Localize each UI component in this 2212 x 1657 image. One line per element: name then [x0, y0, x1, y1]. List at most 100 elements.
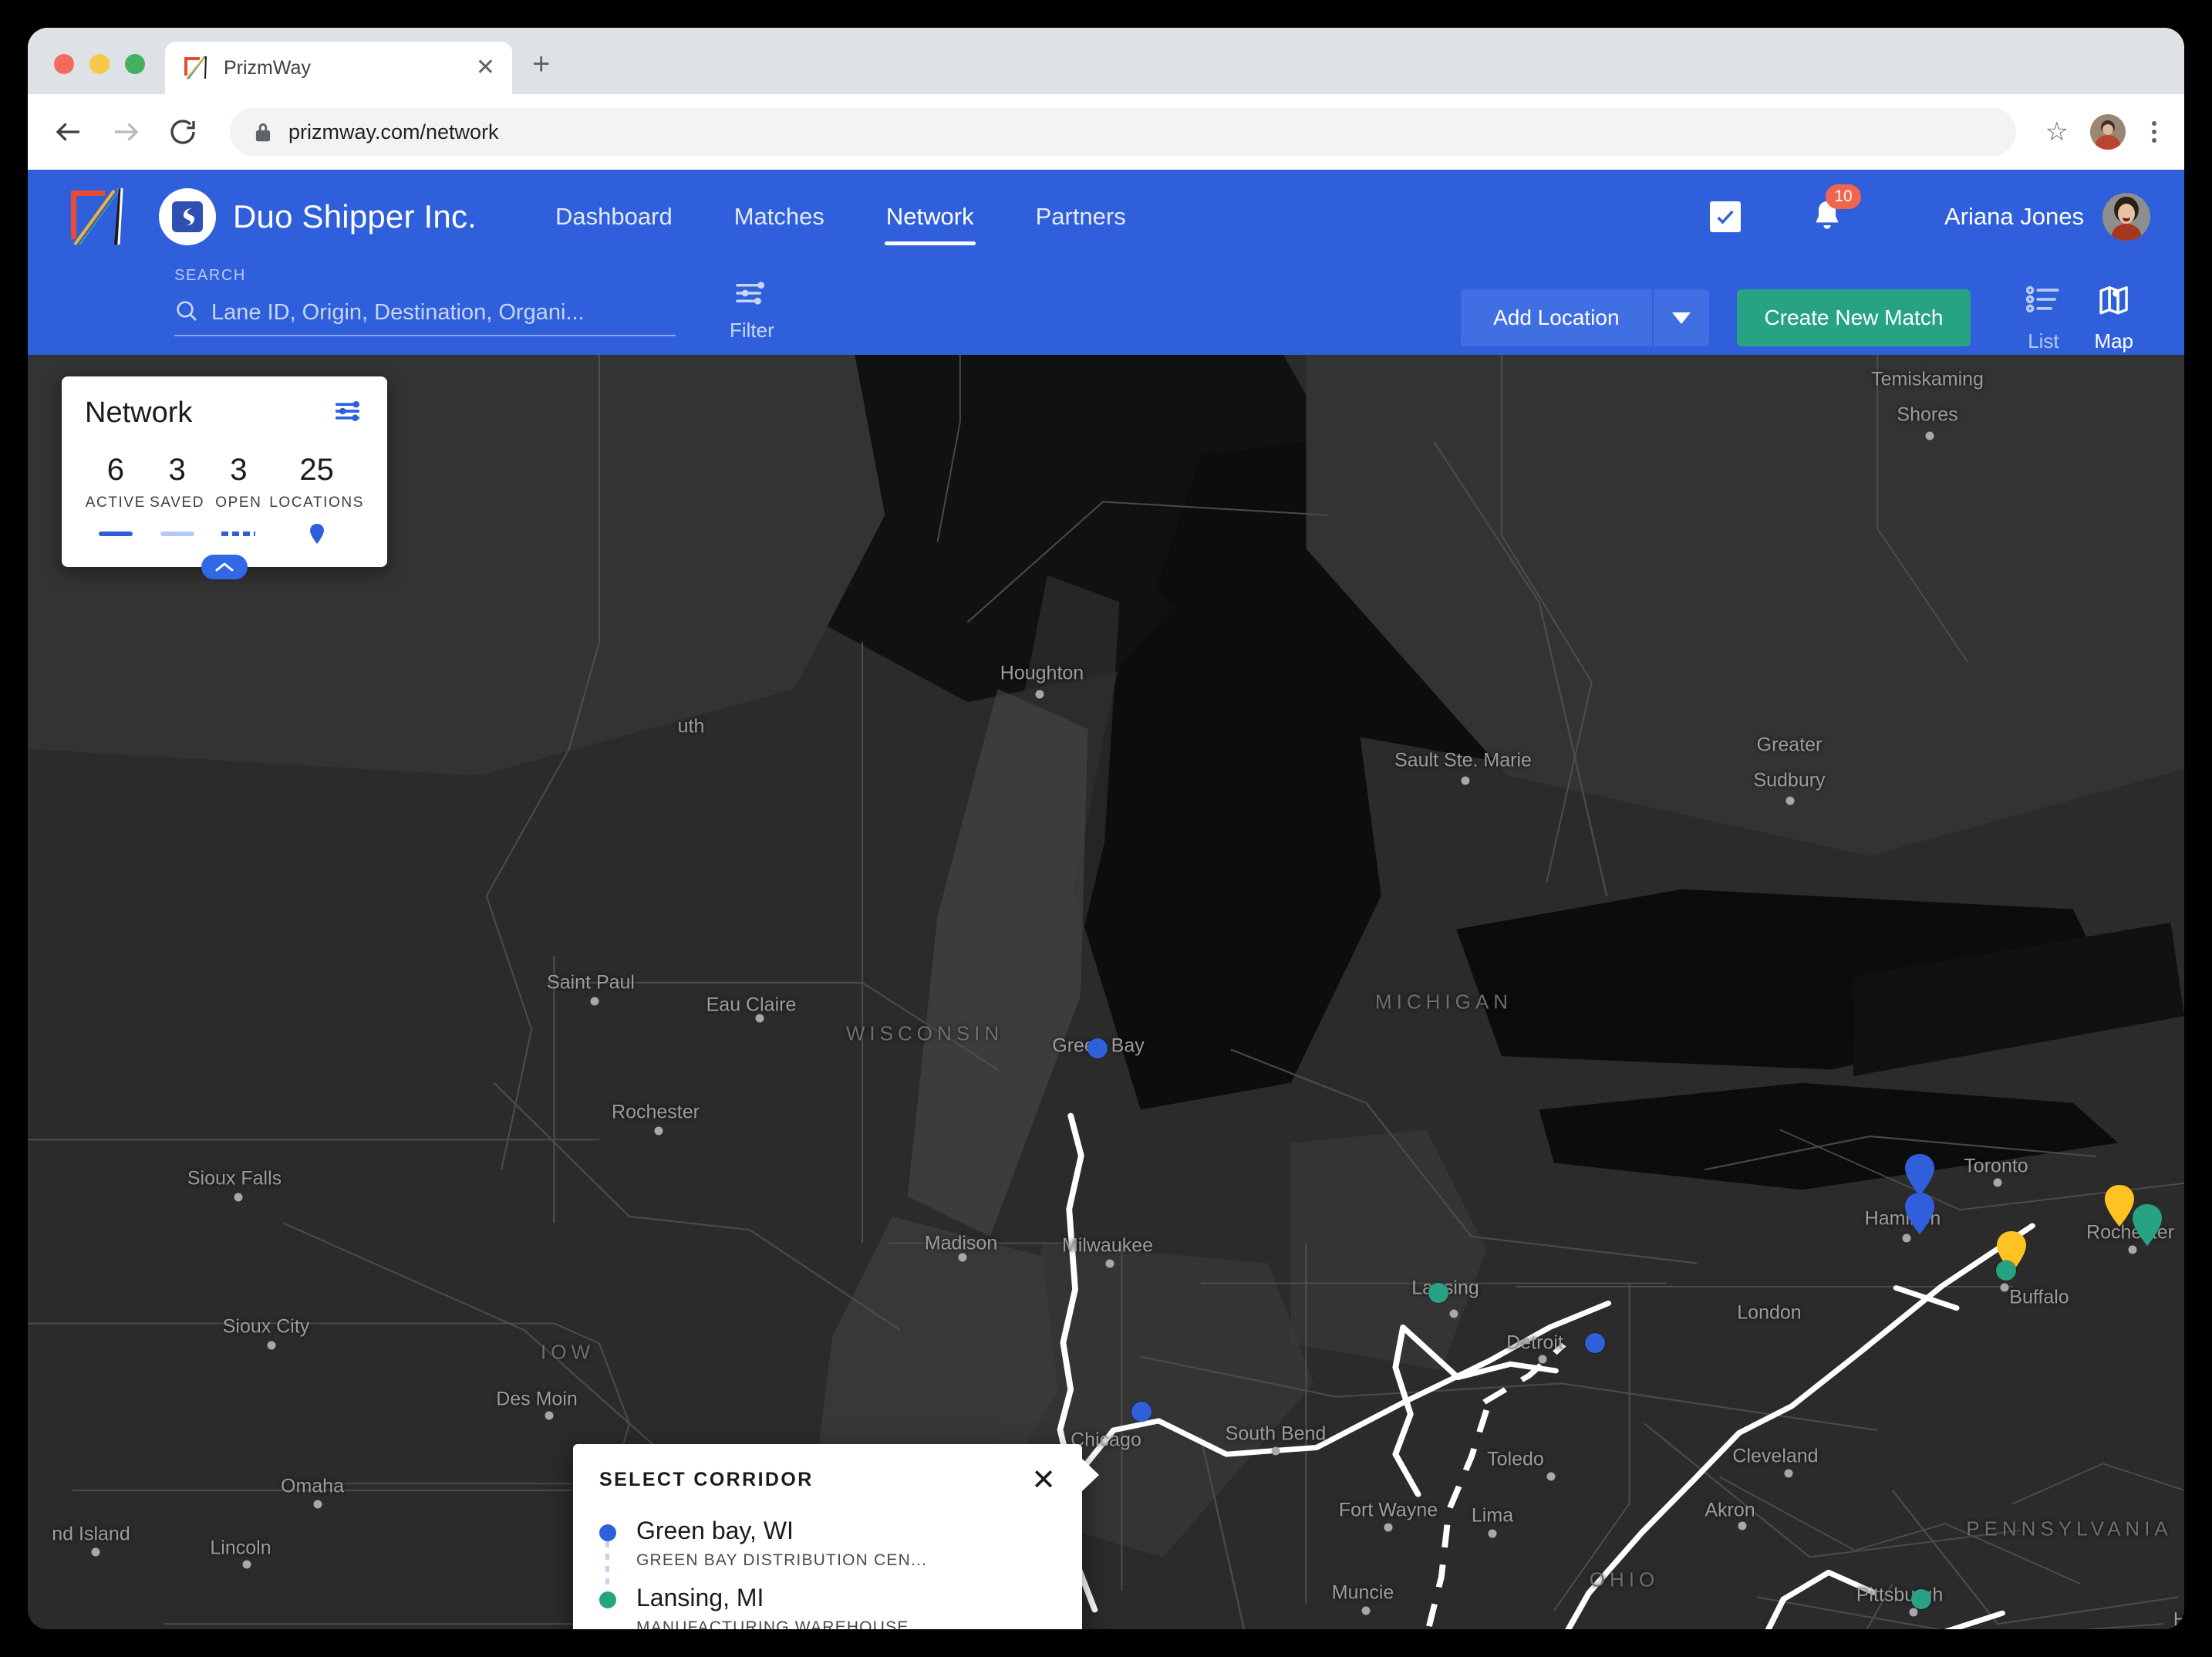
select-corridor-header: SELECT CORRIDOR ✕: [573, 1444, 1082, 1500]
map-city-dot: [1784, 1469, 1793, 1478]
app-toolbar: SEARCH Lane ID, Origin, Destination, Org…: [28, 264, 2184, 355]
map-location-pin[interactable]: [1904, 1154, 1935, 1196]
nav-item-matches[interactable]: Matches: [703, 170, 855, 264]
notifications-button[interactable]: 10: [1810, 184, 1862, 235]
map-location-pin[interactable]: [2104, 1185, 2135, 1227]
url-text: prizmway.com/network: [288, 120, 499, 143]
checkbox-checked-icon[interactable]: [1710, 201, 1742, 232]
map-city-dot: [91, 1547, 100, 1557]
network-stats-header: Network: [85, 397, 364, 430]
prizm-logo-icon[interactable]: [66, 186, 125, 248]
star-icon[interactable]: ☆: [2045, 116, 2069, 147]
user-avatar[interactable]: [2102, 193, 2150, 241]
bullet-column: [599, 1584, 616, 1629]
stat-locations: 25 LOCATIONS: [269, 453, 364, 544]
view-toggle: List Map: [2009, 282, 2150, 353]
plus-icon[interactable]: +: [532, 47, 550, 94]
screen: PrizmWay ✕ + prizmway.com/network ☆ Duo …: [0, 0, 2212, 1657]
origin-city: Green bay, WI: [636, 1517, 794, 1545]
origin-facility: GREEN BAY DISTRIBUTION CEN...: [636, 1551, 928, 1570]
map-city-dot: [590, 997, 599, 1006]
map-route-node[interactable]: [1911, 1589, 1931, 1609]
search-input[interactable]: [211, 300, 676, 326]
app-header-actions: 10 Ariana Jones: [1710, 184, 2150, 241]
map-city-dot: [1909, 1608, 1918, 1617]
window-controls[interactable]: [28, 54, 165, 94]
lock-icon: [253, 120, 273, 143]
filter-button[interactable]: Filter: [730, 279, 774, 343]
panel-pointer: [1081, 1458, 1099, 1492]
bullet-column: [599, 1517, 616, 1589]
browser-window: PrizmWay ✕ + prizmway.com/network ☆ Duo …: [28, 28, 2184, 1629]
destination-facility: MANUFACTURING WAREHOUSE: [636, 1618, 909, 1629]
origin-dot-icon: [599, 1524, 616, 1542]
maximize-window-button[interactable]: [125, 54, 145, 74]
tab-title: PrizmWay: [224, 56, 311, 79]
map-pin-icon: [269, 524, 364, 544]
stat-label: LOCATIONS: [269, 494, 364, 511]
stat-label: SAVED: [150, 494, 205, 511]
app-header: Duo Shipper Inc. Dashboard Matches Netwo…: [28, 170, 2184, 264]
search-field[interactable]: [174, 299, 676, 336]
map-city-dot: [654, 1126, 663, 1136]
destination-city: Lansing, MI: [636, 1584, 764, 1612]
map-location-pin[interactable]: [1904, 1193, 1935, 1234]
stat-label: OPEN: [215, 494, 262, 511]
browser-tab[interactable]: PrizmWay ✕: [165, 42, 512, 94]
close-icon[interactable]: ✕: [1031, 1466, 1056, 1495]
chevron-down-icon[interactable]: [1651, 289, 1709, 346]
brand[interactable]: Duo Shipper Inc.: [159, 188, 477, 245]
map-route-node[interactable]: [1087, 1038, 1108, 1058]
create-new-match-button[interactable]: Create New Match: [1736, 289, 1971, 346]
network-stats-grid: 6 ACTIVE 3 SAVED 3 OPEN 25 LOCATIONS: [85, 453, 364, 544]
close-window-button[interactable]: [54, 54, 74, 74]
user-avatar[interactable]: [2090, 114, 2126, 150]
corridor-destination: Lansing, MI MANUFACTURING WAREHOUSE: [599, 1584, 1056, 1629]
map-route-node[interactable]: [1585, 1333, 1605, 1353]
prizm-logo-icon: [182, 55, 208, 81]
map-city-dot: [1738, 1521, 1747, 1530]
user-name: Ariana Jones: [1944, 203, 2084, 230]
map-route-node[interactable]: [1428, 1283, 1448, 1303]
main-nav: Dashboard Matches Network Partners: [524, 170, 1157, 264]
nav-item-network[interactable]: Network: [855, 170, 1005, 264]
view-toggle-list[interactable]: List: [2009, 282, 2077, 353]
nav-item-partners[interactable]: Partners: [1005, 170, 1157, 264]
stat-saved: 3 SAVED: [147, 453, 208, 544]
stat-label: ACTIVE: [85, 494, 146, 511]
collapse-stats-button[interactable]: [201, 555, 248, 579]
brand-name: Duo Shipper Inc.: [233, 198, 477, 235]
address-bar[interactable]: prizmway.com/network: [230, 108, 2016, 156]
view-toggle-map[interactable]: Map: [2077, 282, 2150, 353]
map-city-dot: [1785, 796, 1795, 805]
minimize-window-button[interactable]: [89, 54, 110, 74]
map-route-node[interactable]: [1131, 1402, 1152, 1422]
arrow-left-icon[interactable]: [51, 114, 86, 150]
arrow-right-icon[interactable]: [108, 114, 143, 150]
corridor-item[interactable]: Green bay, WI GREEN BAY DISTRIBUTION CEN…: [573, 1500, 1082, 1629]
nav-item-dashboard[interactable]: Dashboard: [524, 170, 703, 264]
map-city-dot: [267, 1341, 276, 1350]
browser-toolbar: prizmway.com/network ☆: [28, 94, 2184, 170]
reload-icon[interactable]: [165, 114, 201, 150]
map-canvas[interactable]: Temiskaming Shores Greater Sudbury Sault Ste…: [28, 355, 2184, 1629]
map-city-dot: [1902, 1233, 1911, 1243]
map-location-pin[interactable]: [2132, 1204, 2163, 1246]
sliders-icon: [735, 279, 769, 312]
map-route-node[interactable]: [1996, 1260, 2016, 1281]
stat-value: 3: [230, 453, 248, 487]
map-city-dot: [1993, 1178, 2002, 1187]
stat-marker-light-line: [147, 524, 208, 544]
map-city-dot: [1546, 1472, 1556, 1481]
close-icon[interactable]: ✕: [476, 56, 495, 79]
destination-dot-icon: [599, 1591, 616, 1609]
map-city-dot: [755, 1014, 764, 1023]
kebab-menu-icon[interactable]: [2147, 121, 2161, 143]
map-city-dot: [1449, 1309, 1458, 1318]
view-toggle-map-label: Map: [2094, 329, 2133, 353]
duo-shipper-badge-icon: [159, 188, 216, 245]
map-city-dot: [1105, 1259, 1114, 1268]
app-viewport: Duo Shipper Inc. Dashboard Matches Netwo…: [28, 170, 2184, 1629]
sliders-icon[interactable]: [335, 400, 364, 427]
add-location-button[interactable]: Add Location: [1461, 289, 1652, 346]
